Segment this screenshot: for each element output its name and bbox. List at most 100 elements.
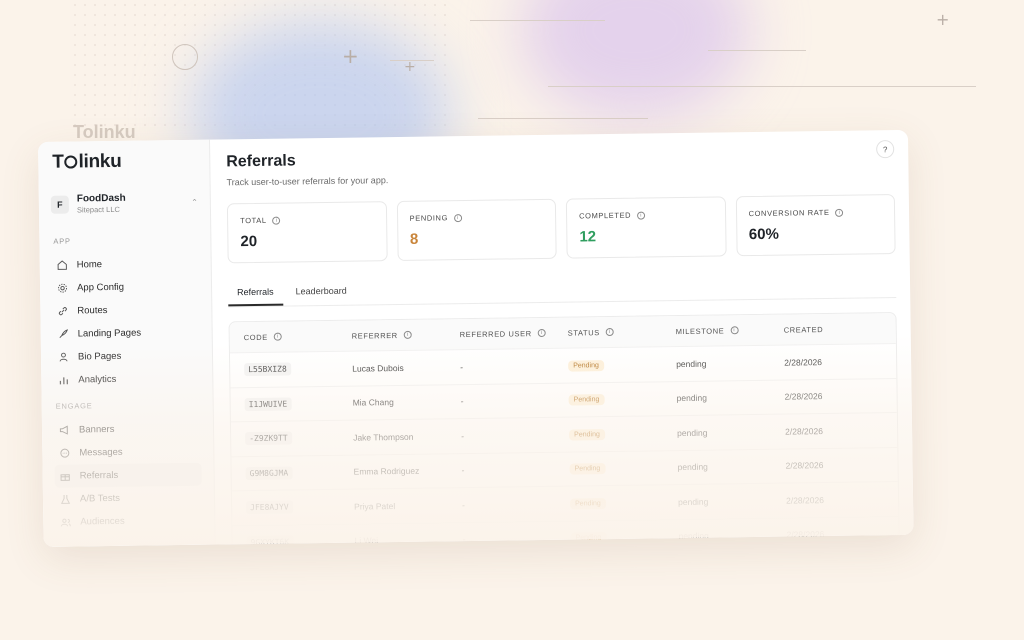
status-badge: Pending: [569, 463, 606, 475]
column-header[interactable]: CREATED: [784, 324, 896, 335]
app-window: Tlinku F FoodDash Sitepact LLC ⌃ APP Home…: [38, 129, 914, 547]
stat-label: PENDING i: [410, 212, 544, 223]
code-cell: -Z9ZK9TT: [245, 431, 353, 446]
sidebar-item-analytics[interactable]: Analytics: [53, 367, 200, 392]
code-cell: JFE8AJYV: [246, 500, 354, 515]
column-header[interactable]: REFERRED USER i: [460, 328, 568, 339]
sidebar-item-label: Routes: [77, 305, 108, 317]
stat-value: 20: [240, 232, 258, 251]
tab-referrals[interactable]: Referrals: [227, 280, 283, 307]
info-icon[interactable]: i: [835, 208, 844, 217]
stat-label: CONVERSION RATE i: [749, 207, 883, 218]
workspace-name: FoodDash: [76, 192, 126, 205]
column-header[interactable]: MILESTONE i: [676, 325, 784, 336]
milestone-cell: pending: [676, 358, 707, 369]
sidebar: Tlinku F FoodDash Sitepact LLC ⌃ APP Home…: [38, 139, 216, 547]
link-icon: [56, 306, 68, 317]
status-cell: Pending: [570, 496, 678, 510]
sidebar-section: APP Home App Config Routes Landing Pages Bio …: [51, 235, 200, 392]
referrer-cell: Jake Thompson: [353, 431, 414, 443]
column-header-label: STATUS: [567, 327, 600, 338]
sidebar-item-messages[interactable]: Messages: [54, 440, 201, 465]
referrer-cell: Priya Patel: [354, 500, 396, 512]
info-icon[interactable]: i: [403, 330, 412, 339]
decorative-line: [478, 118, 648, 119]
tab-leaderboard[interactable]: Leaderboard: [286, 280, 355, 306]
info-icon[interactable]: i: [637, 211, 646, 220]
stat-label-text: COMPLETED: [579, 210, 632, 221]
sidebar-item-home[interactable]: Home: [52, 252, 199, 277]
sidebar-section-label: APP: [53, 236, 71, 246]
sidebar-item-label: Landing Pages: [77, 327, 142, 340]
info-icon[interactable]: i: [730, 326, 739, 335]
stat-label: COMPLETED i: [579, 210, 713, 221]
sidebar-item-routes[interactable]: Routes: [52, 298, 199, 323]
flask-icon: [59, 494, 71, 505]
stat-card-completed: COMPLETED i 12: [565, 196, 727, 259]
stat-value: 8: [409, 230, 419, 248]
referral-code[interactable]: JFE8AJYV: [246, 500, 293, 515]
referrer-cell: Li Wei: [354, 535, 379, 546]
milestone-cell: pending: [678, 530, 709, 542]
referred-user-cell: -: [460, 361, 464, 372]
column-header-label: MILESTONE: [675, 325, 725, 336]
column-header-label: REFERRED USER: [459, 328, 532, 339]
sidebar-nav: APP Home App Config Routes Landing Pages Bio …: [51, 235, 202, 534]
referral-code[interactable]: I1JWUIVE: [244, 397, 292, 411]
info-icon[interactable]: i: [537, 328, 546, 338]
decorative-circle: [172, 44, 198, 70]
workspace-switcher[interactable]: F FoodDash Sitepact LLC ⌃: [50, 192, 198, 215]
milestone-cell: pending: [677, 427, 708, 438]
sidebar-item-bio-pages[interactable]: Bio Pages: [53, 344, 200, 369]
referred-user-cell: -: [462, 499, 466, 510]
sidebar-item-referrals[interactable]: Referrals: [54, 462, 202, 488]
stat-label-text: TOTAL: [240, 215, 267, 226]
referral-code[interactable]: L55BXIZ8: [244, 362, 291, 377]
sidebar-item-label: Referrals: [79, 469, 119, 482]
stat-label: TOTAL i: [240, 214, 374, 225]
help-button[interactable]: ?: [876, 140, 895, 159]
code-cell: 9GXYKT6K: [246, 534, 355, 547]
sidebar-item-a-b-tests[interactable]: A/B Tests: [55, 486, 202, 511]
sidebar-item-label: Analytics: [78, 373, 117, 386]
app-logo[interactable]: Tlinku: [52, 150, 197, 174]
referrer-cell: Lucas Dubois: [352, 362, 404, 374]
workspace-avatar: F: [50, 195, 69, 214]
referrer-cell: Mia Chang: [352, 397, 394, 408]
chevron-updown-icon: ⌃: [191, 197, 198, 207]
decorative-plus-icon: +: [342, 44, 359, 68]
main-content: Referrals Track user-to-user referrals f…: [210, 130, 914, 547]
tab-bar: Referrals Leaderboard: [227, 272, 897, 308]
column-header[interactable]: STATUS i: [567, 327, 676, 338]
status-cell: Pending: [568, 392, 677, 406]
sidebar-item-audiences[interactable]: Audiences: [55, 509, 202, 534]
milestone-cell: pending: [677, 461, 708, 473]
sidebar-item-label: Bio Pages: [77, 350, 122, 363]
stats-row: TOTAL i 20 PENDING i 8 COMPLETED i 12 CONVERSION …: [226, 194, 896, 264]
info-icon[interactable]: i: [605, 327, 614, 337]
status-badge: Pending: [570, 532, 607, 544]
sidebar-section-label: ENGAGE: [55, 401, 93, 411]
sidebar-item-label: Audiences: [80, 515, 125, 528]
info-icon[interactable]: i: [453, 213, 463, 222]
logo-ring-icon: [64, 155, 78, 169]
sidebar-item-landing-pages[interactable]: Landing Pages: [53, 321, 200, 346]
referral-code[interactable]: G9M8GJMA: [245, 466, 293, 480]
workspace-org: Sitepact LLC: [76, 204, 120, 215]
info-icon[interactable]: i: [273, 332, 282, 341]
background-purple-blob: [520, 0, 750, 120]
referral-code[interactable]: -Z9ZK9TT: [245, 431, 292, 446]
code-cell: L55BXIZ8: [244, 362, 352, 377]
column-header[interactable]: REFERRER i: [352, 330, 460, 340]
decorative-line: [708, 50, 806, 51]
column-header[interactable]: CODE i: [244, 331, 352, 342]
sidebar-item-app-config[interactable]: App Config: [52, 275, 199, 300]
sidebar-item-label: Home: [76, 259, 103, 271]
status-badge: Pending: [568, 394, 605, 406]
decorative-plus-icon: +: [404, 59, 416, 75]
status-cell: Pending: [569, 461, 678, 475]
info-icon[interactable]: i: [272, 216, 281, 225]
referred-user-cell: -: [461, 465, 465, 476]
sidebar-item-banners[interactable]: Banners: [54, 417, 201, 442]
referral-code[interactable]: 9GXYKT6K: [246, 535, 294, 547]
